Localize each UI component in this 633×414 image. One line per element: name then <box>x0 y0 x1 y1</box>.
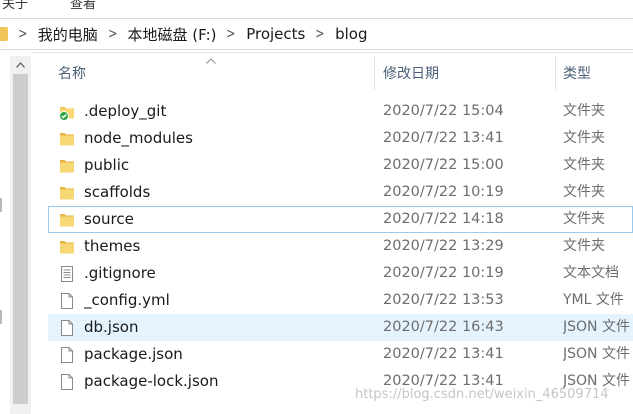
file-date: 2020/7/22 16:43 <box>383 319 504 335</box>
folder-icon <box>60 187 74 200</box>
folder-synced-icon <box>59 107 74 121</box>
file-type: 文件夹 <box>563 211 605 227</box>
breadcrumb[interactable]: > 我的电脑 > 本地磁盘 (F:) > Projects > blog <box>0 18 633 50</box>
file-name: scaffolds <box>84 183 151 201</box>
folder-icon <box>0 27 8 41</box>
chevron-right-icon[interactable]: > <box>227 26 236 42</box>
file-type: 文件夹 <box>563 184 605 200</box>
file-date: 2020/7/22 10:19 <box>383 184 504 200</box>
file-date: 2020/7/22 15:00 <box>383 157 504 173</box>
column-headers: 名称 修改日期 类型 <box>48 52 633 94</box>
file-name: .deploy_git <box>84 102 167 120</box>
navigation-pane <box>0 52 31 414</box>
file-icon <box>61 347 73 363</box>
column-header-name[interactable]: 名称 <box>58 52 86 94</box>
file-date: 2020/7/22 14:18 <box>383 211 504 227</box>
folder-icon <box>60 160 74 173</box>
column-divider[interactable] <box>374 56 375 90</box>
ribbon-tab-about[interactable]: 关于 <box>2 0 28 12</box>
file-date: 2020/7/22 13:53 <box>383 292 504 308</box>
ribbon-tabs: 关于 查看 <box>0 0 633 14</box>
list-item[interactable]: node_modules 2020/7/22 13:41 文件夹 <box>48 125 633 152</box>
list-item[interactable]: package.json 2020/7/22 13:41 JSON 文件 <box>48 341 633 368</box>
ribbon-tab-view[interactable]: 查看 <box>70 0 96 12</box>
file-date: 2020/7/22 15:04 <box>383 103 504 119</box>
list-item[interactable]: public 2020/7/22 15:00 文件夹 <box>48 152 633 179</box>
file-name: db.json <box>84 318 139 336</box>
folder-icon <box>60 241 74 254</box>
watermark: https://blog.csdn.net/weixin_46509714 <box>355 387 609 402</box>
file-icon <box>61 293 73 309</box>
file-type: 文本文档 <box>563 265 619 281</box>
chevron-right-icon[interactable]: > <box>18 26 27 42</box>
file-date: 2020/7/22 13:41 <box>383 130 504 146</box>
file-type: 文件夹 <box>563 238 605 254</box>
file-icon <box>61 320 73 336</box>
file-date: 2020/7/22 10:19 <box>383 265 504 281</box>
folder-icon <box>60 133 74 146</box>
column-header-name-label: 名称 <box>58 66 86 82</box>
file-type: JSON 文件 <box>563 346 630 362</box>
file-name: public <box>84 156 130 174</box>
file-icon <box>61 374 73 390</box>
file-type: 文件夹 <box>563 130 605 146</box>
file-name: .gitignore <box>84 264 156 282</box>
folder-icon <box>60 214 74 227</box>
chevron-right-icon[interactable]: > <box>108 26 117 42</box>
column-header-type[interactable]: 类型 <box>563 52 591 94</box>
sort-ascending-icon <box>206 56 216 67</box>
file-date: 2020/7/22 13:29 <box>383 238 504 254</box>
nav-pane-edge <box>0 198 5 212</box>
list-item[interactable]: db.json 2020/7/22 16:43 JSON 文件 <box>48 314 633 341</box>
list-item[interactable]: .deploy_git 2020/7/22 15:04 文件夹 <box>48 98 633 125</box>
list-item[interactable]: themes 2020/7/22 13:29 文件夹 <box>48 233 633 260</box>
column-divider[interactable] <box>555 56 556 90</box>
list-item[interactable]: scaffolds 2020/7/22 10:19 文件夹 <box>48 179 633 206</box>
breadcrumb-blog[interactable]: blog <box>335 25 367 43</box>
scroll-up-arrow-icon[interactable] <box>10 56 31 73</box>
file-type: 文件夹 <box>563 157 605 173</box>
breadcrumb-projects[interactable]: Projects <box>246 25 305 43</box>
file-name: node_modules <box>84 129 193 147</box>
file-type: YML 文件 <box>563 292 624 308</box>
file-name: source <box>84 210 134 228</box>
file-name: package-lock.json <box>84 372 219 390</box>
nav-scrollbar-thumb[interactable] <box>13 74 28 404</box>
nav-pane-edge <box>0 310 5 324</box>
breadcrumb-this-pc[interactable]: 我的电脑 <box>38 24 98 45</box>
column-header-date-label: 修改日期 <box>383 66 439 82</box>
breadcrumb-drive-f[interactable]: 本地磁盘 (F:) <box>127 24 216 45</box>
text-document-icon <box>61 266 73 282</box>
address-bar: > 我的电脑 > 本地磁盘 (F:) > Projects > blog <box>0 14 633 53</box>
list-item[interactable]: _config.yml 2020/7/22 13:53 YML 文件 <box>48 287 633 314</box>
list-item[interactable]: .gitignore 2020/7/22 10:19 文本文档 <box>48 260 633 287</box>
file-name: package.json <box>84 345 183 363</box>
file-name: themes <box>84 237 141 255</box>
file-explorer-window: 关于 查看 > 我的电脑 > 本地磁盘 (F:) > Projects > bl… <box>0 0 633 414</box>
file-type: 文件夹 <box>563 103 605 119</box>
file-name: _config.yml <box>84 291 170 309</box>
list-item[interactable]: source 2020/7/22 14:18 文件夹 <box>48 206 633 233</box>
column-header-date[interactable]: 修改日期 <box>383 52 439 94</box>
file-date: 2020/7/22 13:41 <box>383 346 504 362</box>
chevron-right-icon[interactable]: > <box>316 26 325 42</box>
column-header-type-label: 类型 <box>563 66 591 82</box>
file-type: JSON 文件 <box>563 319 630 335</box>
